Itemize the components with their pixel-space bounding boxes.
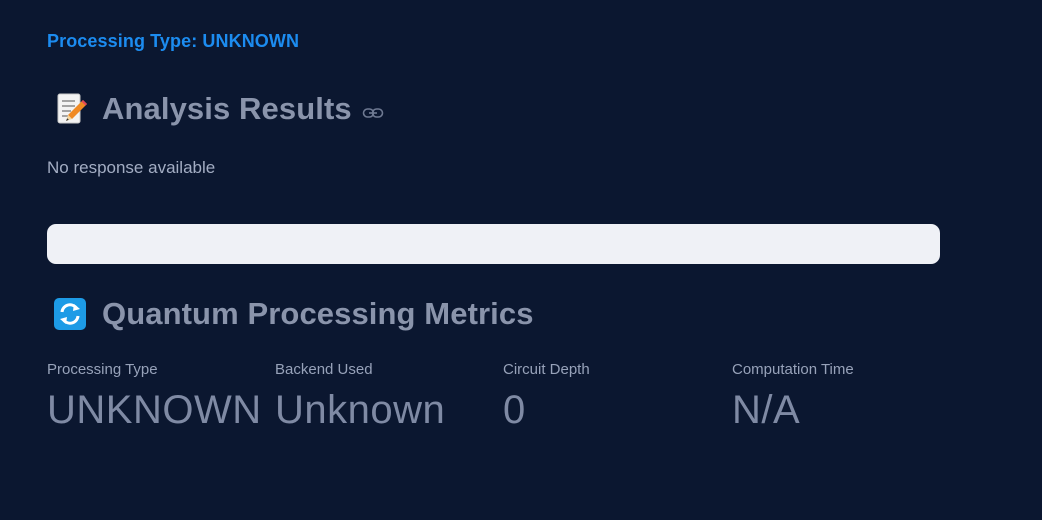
memo-icon	[53, 91, 89, 127]
metric-label: Backend Used	[275, 361, 373, 378]
response-panel	[47, 224, 940, 264]
processing-type-banner: Processing Type: UNKNOWN	[47, 31, 300, 51]
metric-computation-time: Computation Time N/A	[732, 361, 952, 433]
quantum-metrics-heading: Quantum Processing Metrics	[53, 296, 534, 332]
quantum-metrics-title: Quantum Processing Metrics	[102, 296, 534, 331]
metric-backend-used: Backend Used Unknown	[275, 361, 495, 433]
analysis-results-heading: Analysis Results	[53, 91, 384, 127]
metric-processing-type: Processing Type UNKNOWN	[47, 361, 267, 433]
metric-label: Computation Time	[732, 361, 854, 378]
metric-value: 0	[503, 388, 526, 432]
metric-value: Unknown	[275, 388, 446, 432]
metric-label: Processing Type	[47, 361, 158, 378]
metric-circuit-depth: Circuit Depth 0	[503, 361, 723, 433]
analysis-results-title: Analysis Results	[102, 91, 352, 126]
metric-value: UNKNOWN	[47, 388, 262, 432]
scrollbar[interactable]	[1036, 0, 1042, 520]
metric-label: Circuit Depth	[503, 361, 590, 378]
link-icon[interactable]	[362, 105, 384, 119]
refresh-icon	[53, 297, 87, 331]
no-response-message: No response available	[47, 158, 216, 177]
metric-value: N/A	[732, 388, 801, 432]
